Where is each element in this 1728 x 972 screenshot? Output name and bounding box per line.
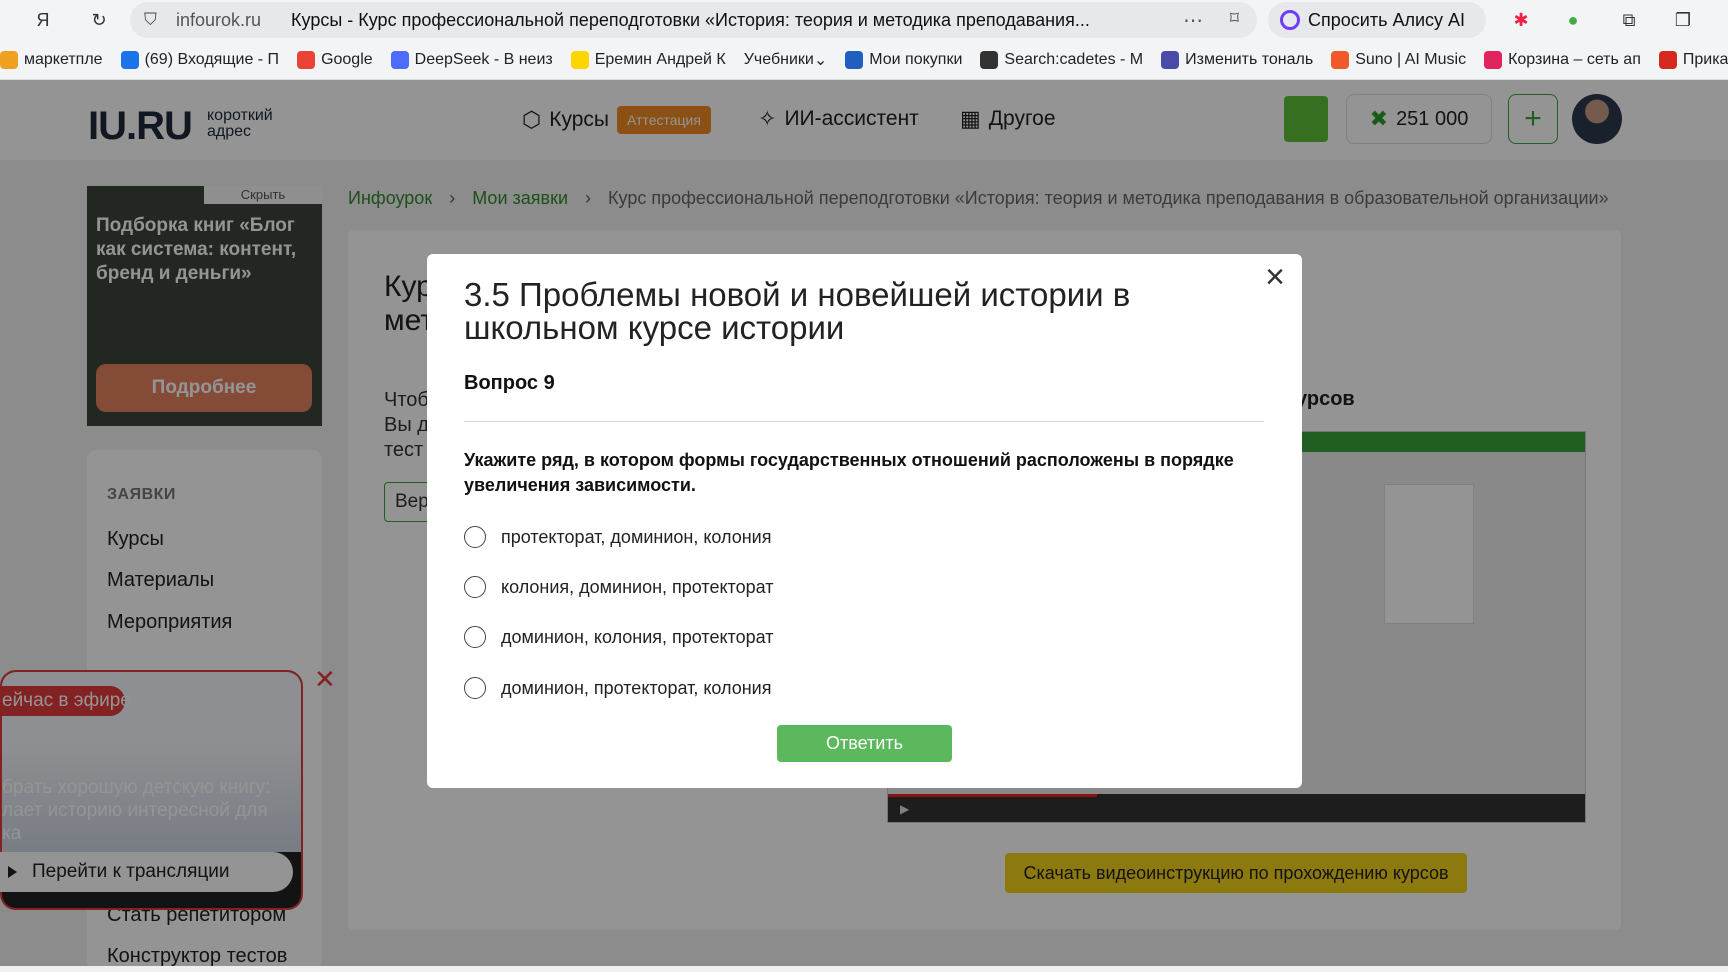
bookmark-label: Корзина – сеть ап: [1508, 50, 1641, 68]
answer-option-4[interactable]: доминион, протекторат, колония: [464, 677, 771, 699]
bookmark-favicon-icon: [0, 50, 18, 69]
bookmark-icon[interactable]: ⌑: [1230, 8, 1239, 29]
modal-title: 3.5 Проблемы новой и новейшей истории в …: [464, 276, 1131, 346]
answer-option-3[interactable]: доминион, колония, протекторат: [464, 626, 773, 648]
bookmark-favicon-icon: [980, 50, 999, 69]
answer-option-1[interactable]: протекторат, доминион, колония: [464, 526, 771, 548]
alice-label: Спросить Алису AI: [1308, 9, 1466, 30]
bookmark-favicon-icon: [297, 50, 316, 69]
answer-option-2[interactable]: колония, доминион, протекторат: [464, 576, 773, 598]
close-icon[interactable]: ×: [1260, 260, 1290, 294]
bookmark-favicon-icon: [120, 50, 139, 69]
bookmark-favicon-icon: [1484, 50, 1503, 69]
answer-option-label: доминион, протекторат, колония: [501, 677, 772, 698]
bookmark-label: Прика: [1682, 50, 1728, 68]
bookmark-item[interactable]: Изменить тональ: [1161, 50, 1314, 69]
radio-button[interactable]: [464, 576, 486, 598]
browser-toolbar: Я ↻ ⛉ infourok.ru Курсы - Курс профессио…: [0, 0, 1728, 40]
answer-option-label: колония, доминион, протекторат: [501, 576, 774, 597]
bookmark-label: Мои покупки: [869, 50, 963, 68]
bookmark-item[interactable]: Мои покупки: [845, 50, 963, 69]
bookmark-label: маркетпле: [24, 50, 103, 68]
bookmark-favicon-icon: [1161, 50, 1180, 69]
quiz-modal: × 3.5 Проблемы новой и новейшей истории …: [427, 254, 1302, 788]
alice-icon: [1280, 10, 1300, 30]
page-bottom-edge: [0, 966, 1728, 972]
bookmark-label: Еремин Андрей К: [594, 50, 726, 68]
bookmark-label: Google: [321, 50, 373, 68]
bookmark-label: Учебники: [743, 50, 814, 68]
bookmark-item[interactable]: Корзина – сеть ап: [1484, 50, 1641, 69]
bookmark-label: Изменить тональ: [1185, 50, 1314, 68]
bookmark-item[interactable]: маркетпле: [0, 50, 103, 69]
bookmark-item[interactable]: DeepSeek - В неиз: [390, 50, 553, 69]
bookmark-item[interactable]: Еремин Андрей К: [570, 50, 726, 69]
url-domain: infourok.ru: [176, 9, 262, 30]
shield-icon: ⛉: [144, 10, 157, 29]
bookmark-item[interactable]: Search:cadetes - M: [980, 50, 1144, 69]
more-icon[interactable]: ⋯: [1183, 8, 1203, 33]
bookmark-item[interactable]: Google: [297, 50, 373, 69]
bookmark-item[interactable]: Suno | AI Music: [1331, 50, 1467, 69]
bookmark-item[interactable]: Прика: [1658, 50, 1728, 69]
bookmark-favicon-icon: [390, 50, 409, 69]
chevron-down-icon: ⌄: [813, 51, 828, 69]
alice-button[interactable]: Спросить Алису AI: [1268, 2, 1486, 38]
bookmark-label: Search:cadetes - M: [1004, 50, 1144, 68]
answer-option-label: протекторат, доминион, колония: [501, 526, 772, 547]
bookmark-item[interactable]: Учебники ⌄: [744, 50, 828, 70]
bookmark-item[interactable]: (69) Входящие - П: [120, 50, 280, 69]
bookmark-favicon-icon: [570, 50, 589, 69]
bookmark-label: DeepSeek - В неиз: [414, 50, 553, 68]
answer-option-label: доминион, колония, протекторат: [501, 626, 774, 647]
submit-answer-button[interactable]: Ответить: [777, 725, 952, 762]
divider: [464, 421, 1264, 422]
sidebar-panel-icon[interactable]: ❐: [1670, 7, 1696, 33]
bookmark-favicon-icon: [845, 50, 864, 69]
extensions-icon[interactable]: ⧉: [1616, 7, 1642, 33]
radio-button[interactable]: [464, 526, 486, 548]
yandex-icon[interactable]: Я: [30, 7, 56, 33]
page-tab-title: Курсы - Курс профессиональной переподгот…: [291, 9, 1090, 30]
extension-globe-icon[interactable]: ●: [1560, 7, 1586, 33]
address-bar[interactable]: ⛉ infourok.ru Курсы - Курс профессиональ…: [130, 2, 1257, 38]
question-text: Укажите ряд, в котором формы государстве…: [464, 450, 1234, 495]
question-number: Вопрос 9: [464, 372, 555, 394]
bookmarks-bar: маркетпле (69) Входящие - П Google DeepSeek…: [0, 40, 1728, 80]
bookmark-favicon-icon: [1331, 50, 1350, 69]
bookmark-favicon-icon: [1658, 50, 1677, 69]
bookmark-label: Suno | AI Music: [1355, 50, 1467, 68]
reload-icon[interactable]: ↻: [86, 7, 112, 33]
radio-button[interactable]: [464, 677, 486, 699]
bookmark-label: (69) Входящие - П: [144, 50, 280, 68]
extension-star-icon[interactable]: ✱: [1508, 7, 1534, 33]
radio-button[interactable]: [464, 626, 486, 648]
